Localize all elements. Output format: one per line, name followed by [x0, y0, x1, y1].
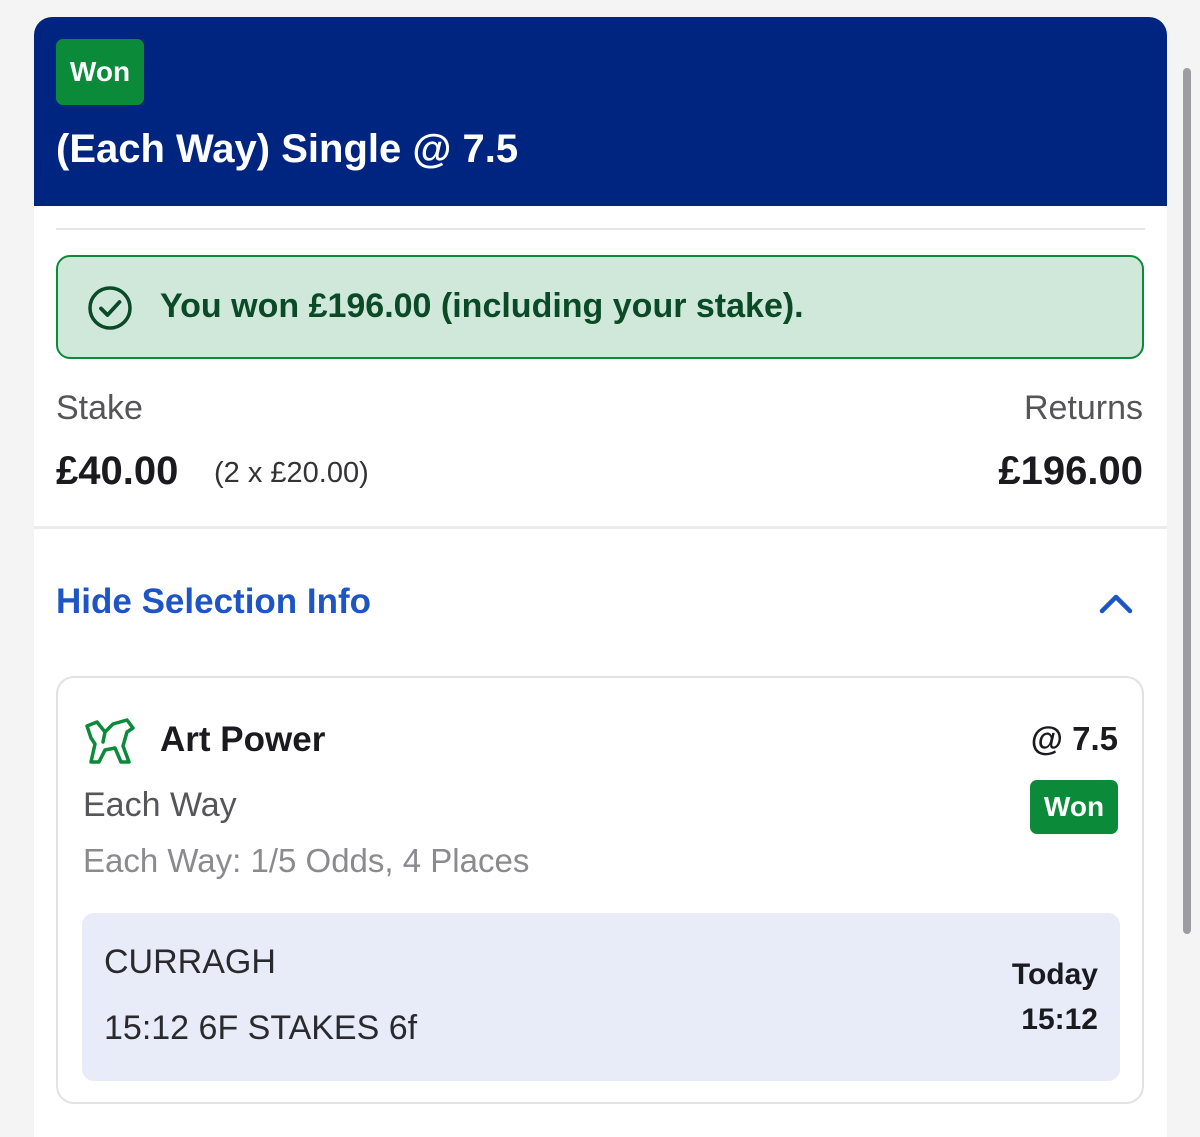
event-race: 15:12 6F STAKES 6f: [104, 1009, 418, 1047]
stake-label: Stake: [56, 389, 143, 427]
bet-card: Won (Each Way) Single @ 7.5 You won £196…: [34, 17, 1167, 1137]
win-banner: You won £196.00 (including your stake).: [56, 255, 1144, 359]
bet-title: (Each Way) Single @ 7.5: [56, 127, 519, 171]
header-divider: [56, 228, 1145, 230]
scrollbar-thumb[interactable]: [1183, 68, 1191, 934]
runner-name: Art Power: [160, 720, 326, 759]
check-circle-icon: [88, 286, 132, 330]
market-name: Each Way: [83, 786, 237, 824]
horse-racing-icon: [85, 718, 135, 764]
won-status-badge: Won: [56, 39, 144, 105]
event-day: Today: [1011, 958, 1098, 991]
event-time: 15:12: [1021, 1003, 1098, 1036]
event-venue: CURRAGH: [104, 943, 276, 981]
section-divider: [34, 526, 1167, 529]
chevron-up-icon[interactable]: [1096, 587, 1136, 617]
returns-value: £196.00: [998, 449, 1143, 493]
win-message: You won £196.00 (including your stake).: [160, 287, 804, 325]
returns-label: Returns: [1023, 389, 1143, 427]
event-info: CURRAGH 15:12 6F STAKES 6f Today 15:12: [82, 913, 1120, 1081]
each-way-terms: Each Way: 1/5 Odds, 4 Places: [83, 842, 530, 879]
stake-value: £40.00: [56, 449, 179, 493]
runner-odds: @ 7.5: [1030, 720, 1118, 757]
selection-status-badge: Won: [1030, 780, 1118, 834]
bet-header: Won (Each Way) Single @ 7.5: [34, 17, 1167, 206]
selection-card: Art Power @ 7.5 Each Way Won Each Way: 1…: [56, 676, 1144, 1104]
stake-breakdown: (2 x £20.00): [214, 457, 369, 489]
hide-selection-info-link[interactable]: Hide Selection Info: [56, 582, 371, 622]
